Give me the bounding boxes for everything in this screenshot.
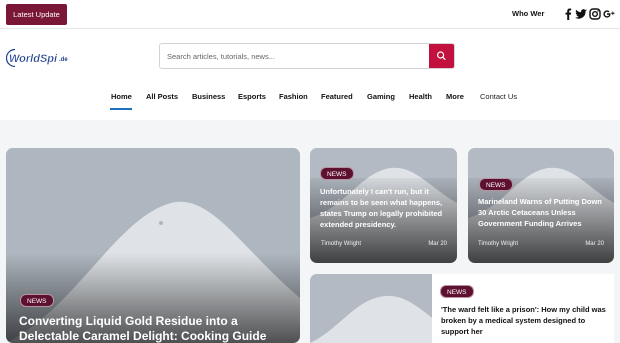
nav-item-more[interactable]: More [446,92,464,101]
nav-item-business[interactable]: Business [192,92,225,101]
post-category-badge[interactable]: NEWS [320,167,354,180]
nav-item-gaming[interactable]: Gaming [367,92,395,101]
post-image-placeholder [310,274,434,343]
hero-category-badge[interactable]: NEWS [20,294,54,307]
post-date: Mar 20 [428,241,447,247]
post-author[interactable]: Timothy Wright [478,241,518,247]
post-category-badge[interactable]: NEWS [440,285,474,298]
facebook-icon[interactable] [561,7,575,21]
hero-post-title[interactable]: Converting Liquid Gold Residue into a De… [19,314,294,343]
logo-tld: .de [59,57,68,63]
nav-item-health[interactable]: Health [409,92,432,101]
post-title[interactable]: Marineland Warns of Putting Down 30 Arct… [478,196,610,229]
list-post-card[interactable]: NEWS 'The ward felt like a prison': How … [432,274,614,343]
site-logo[interactable]: WorldSpi .de [6,48,72,68]
google-plus-icon[interactable] [602,7,616,21]
search-box [159,43,455,69]
search-button[interactable] [429,44,454,68]
post-title[interactable]: 'The ward felt like a prison': How my ch… [441,304,613,337]
list-post-thumbnail[interactable] [310,274,434,343]
hero-post-card[interactable]: NEWS Converting Liquid Gold Residue into… [6,148,300,343]
search-icon [437,51,446,60]
logo-text: WorldSpi [9,53,58,65]
nav-item-contact-us[interactable]: Contact Us [480,92,517,101]
news-ticker[interactable]: Who Wer [512,9,548,21]
post-date: Mar 20 [585,241,604,247]
top-bar: Latest Update Who Wer [0,0,620,29]
nav-item-fashion[interactable]: Fashion [279,92,308,101]
latest-update-button[interactable]: Latest Update [6,4,67,25]
nav-active-indicator [110,108,132,110]
twitter-icon[interactable] [574,7,588,21]
instagram-icon[interactable] [588,7,602,21]
nav-item-esports[interactable]: Esports [238,92,266,101]
post-card-trump[interactable]: NEWS Unfortunately I can't run, but it r… [310,148,457,263]
main-nav: Home All Posts Business Esports Fashion … [0,85,620,120]
post-category-badge[interactable]: NEWS [479,178,513,191]
post-author[interactable]: Timothy Wright [321,241,361,247]
nav-item-all-posts[interactable]: All Posts [146,92,178,101]
post-card-marineland[interactable]: NEWS Marineland Warns of Putting Down 30… [468,148,614,263]
post-title[interactable]: Unfortunately I can't run, but it remain… [320,186,452,230]
nav-item-featured[interactable]: Featured [321,92,353,101]
nav-item-home[interactable]: Home [111,92,132,101]
search-input[interactable] [160,44,430,68]
